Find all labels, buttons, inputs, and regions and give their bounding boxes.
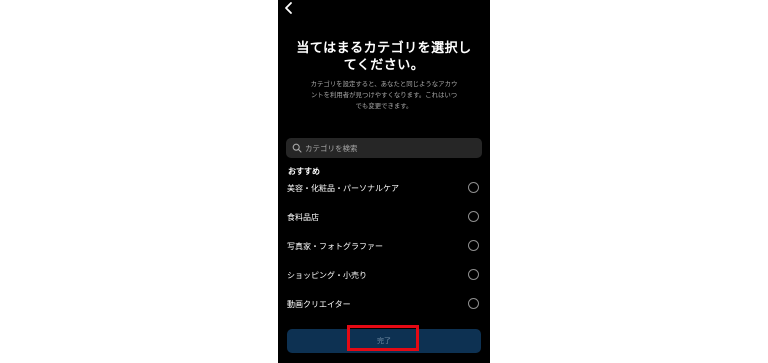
category-label: 写真家・フォトグラファー	[287, 242, 383, 251]
page-title-line-2: てください。	[343, 58, 425, 73]
highlight-box	[347, 325, 419, 351]
description-line-3: でも変更できます。	[355, 102, 413, 110]
category-label: 動画クリエイター	[287, 300, 351, 309]
category-list: 美容・化粧品・パーソナルケア 食料品店 写真家・フォトグラファー ショッピング・…	[278, 176, 490, 321]
chevron-left-icon	[285, 2, 292, 14]
page-title-line-1: 当てはまるカテゴリを選択し	[296, 41, 472, 56]
search-icon	[292, 143, 302, 153]
category-item[interactable]: 食料品店	[278, 205, 490, 234]
page-title: 当てはまるカテゴリを選択し てください。	[278, 40, 490, 74]
category-radio[interactable]	[468, 182, 479, 193]
category-item[interactable]: 美容・化粧品・パーソナルケア	[278, 176, 490, 205]
phone-screen: 当てはまるカテゴリを選択し てください。 カテゴリを設定すると、あなたと同じよう…	[278, 0, 490, 363]
description-line-2: ントを利用者が見つけやすくなります。これはいつ	[310, 91, 458, 99]
category-radio[interactable]	[468, 211, 479, 222]
back-button[interactable]	[282, 1, 296, 15]
category-radio[interactable]	[468, 240, 479, 251]
category-label: 美容・化粧品・パーソナルケア	[287, 184, 399, 193]
category-radio[interactable]	[468, 298, 479, 309]
category-item[interactable]: 写真家・フォトグラファー	[278, 234, 490, 263]
category-item[interactable]: ショッピング・小売り	[278, 263, 490, 292]
category-search-bar[interactable]	[286, 138, 482, 158]
page-description: カテゴリを設定すると、あなたと同じようなアカウ ントを利用者が見つけやすくなりま…	[292, 79, 476, 112]
category-search-input[interactable]	[305, 138, 475, 158]
category-item[interactable]: 動画クリエイター	[278, 292, 490, 321]
category-radio[interactable]	[468, 269, 479, 280]
category-label: 食料品店	[287, 213, 319, 222]
description-line-1: カテゴリを設定すると、あなたと同じようなアカウ	[310, 80, 458, 88]
category-label: ショッピング・小売り	[287, 271, 367, 280]
